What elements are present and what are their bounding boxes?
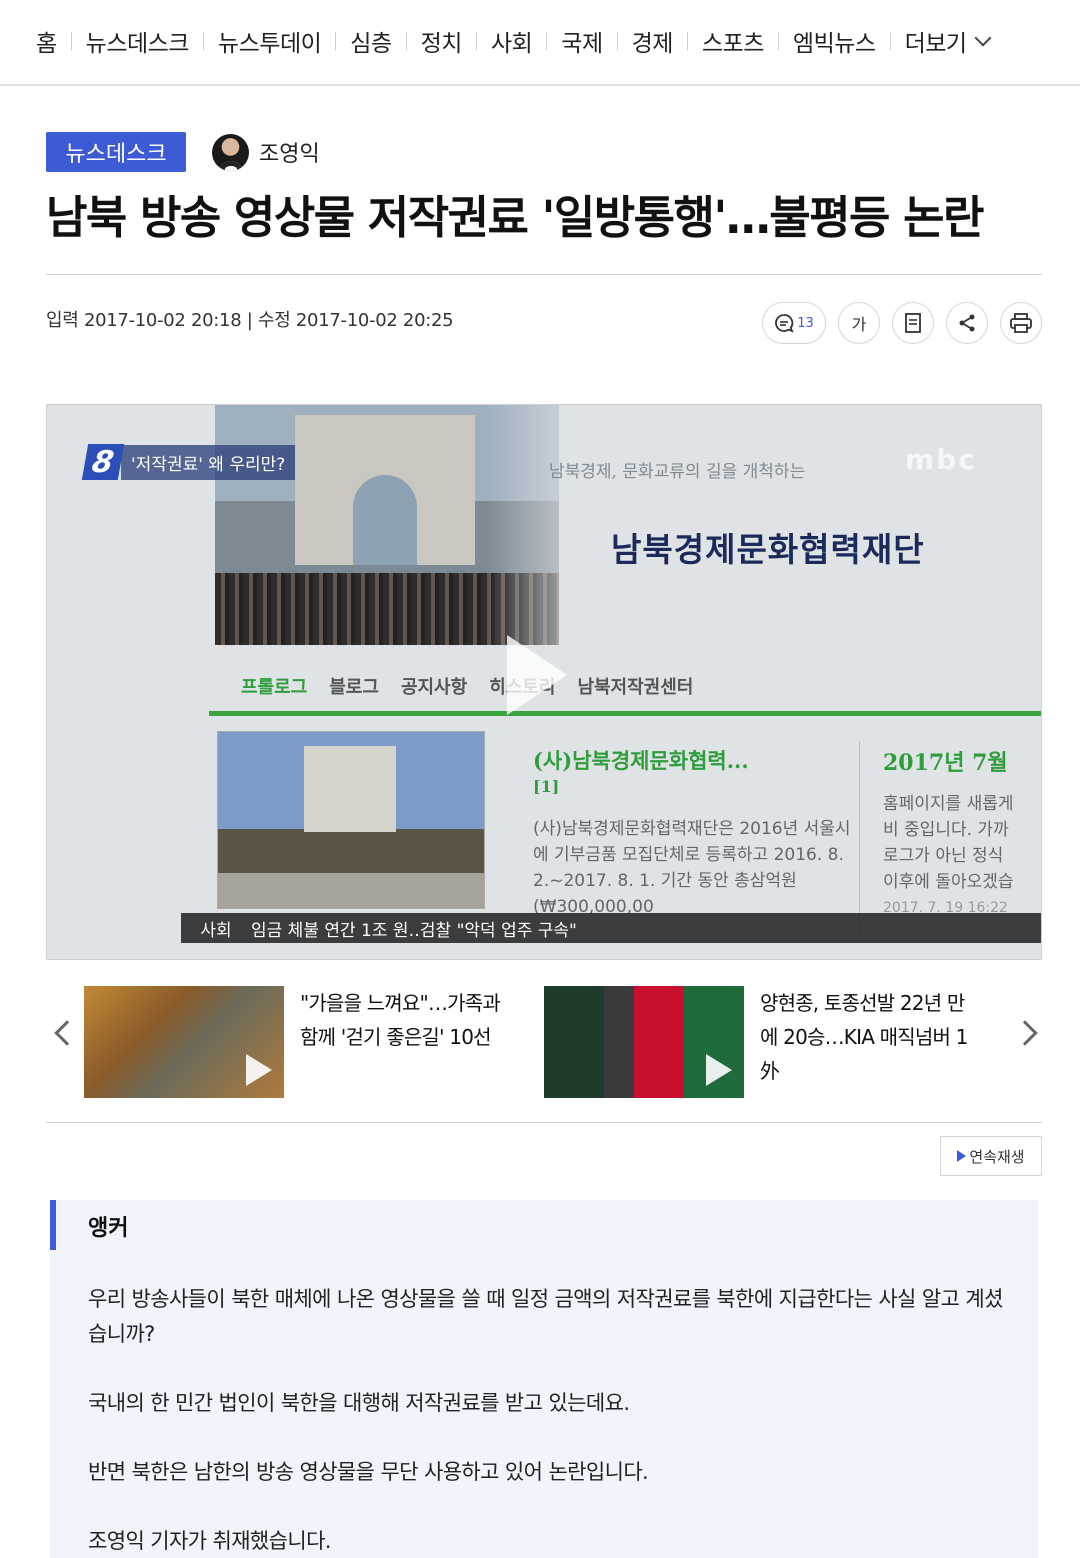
reporter-name: 조영익 <box>259 142 320 167</box>
top-navigation: 홈 뉴스데스크 뉴스투데이 심층 정치 사회 국제 경제 스포츠 엠빅뉴스 더보… <box>0 0 1080 86</box>
anchor-label: 앵커 <box>88 1216 129 1241</box>
font-size-icon: 가 <box>851 315 867 334</box>
play-icon <box>957 1150 967 1162</box>
nav-item-society[interactable]: 사회 <box>491 24 561 58</box>
comment-icon <box>775 314 794 333</box>
nav-item-economy[interactable]: 경제 <box>632 24 702 58</box>
play-icon <box>246 1054 272 1086</box>
article-toolbar: 13 가 <box>762 302 1042 344</box>
print-button[interactable] <box>1000 302 1042 344</box>
reporter-link[interactable]: 조영익 <box>212 132 320 172</box>
comment-count: 13 <box>797 315 814 331</box>
related-thumbnail[interactable] <box>84 986 284 1098</box>
video-site-post: (사)남북경제문화협력... [1] (사)남북경제문화협력재단은 2016년 … <box>533 748 851 917</box>
body-paragraph: 우리 방송사들이 북한 매체에 나온 영상물을 쓸 때 일정 금액의 저작권료를… <box>88 1287 1003 1346</box>
share-button[interactable] <box>946 302 988 344</box>
nav-item-indepth[interactable]: 심층 <box>350 24 420 58</box>
bookmark-button[interactable] <box>892 302 934 344</box>
broadcaster-watermark: mbc <box>905 443 977 476</box>
font-size-button[interactable]: 가 <box>838 302 880 344</box>
nav-divider <box>616 32 618 50</box>
video-site-slogan: 남북경제, 문화교류의 길을 개척하는 <box>549 462 806 482</box>
nav-divider <box>202 32 204 50</box>
nav-item-home[interactable]: 홈 <box>36 24 86 58</box>
nav-item-more[interactable]: 더보기 <box>905 24 992 58</box>
body-paragraph: 조영익 기자가 취재했습니다. <box>88 1529 331 1553</box>
nav-item-world[interactable]: 국제 <box>561 24 631 58</box>
related-video-item[interactable]: "가을을 느껴요"…가족과 함께 '걷기 좋은길' 10선 <box>84 986 520 1098</box>
nav-divider <box>405 32 407 50</box>
nav-divider <box>546 32 548 50</box>
nav-divider <box>777 32 779 50</box>
related-thumbnail[interactable] <box>544 986 744 1098</box>
nav-item-newstoday[interactable]: 뉴스투데이 <box>218 24 350 58</box>
news-logo-number: 8 <box>81 444 125 480</box>
news-ticker: 사회 임금 체불 연간 1조 원‥검찰 "악덕 업주 구속" <box>181 913 1041 943</box>
nav-item-politics[interactable]: 정치 <box>421 24 491 58</box>
related-title[interactable]: 양현종, 토종선발 22년 만에 20승…KIA 매직넘버 1外 <box>760 986 980 1098</box>
anchor-marker <box>50 1200 56 1250</box>
play-icon <box>706 1054 732 1086</box>
article-body: 앵커 우리 방송사들이 북한 매체에 나온 영상물을 쓸 때 일정 금액의 저작… <box>50 1200 1038 1558</box>
avatar <box>212 133 249 171</box>
share-icon <box>959 314 975 332</box>
related-video-item[interactable]: 양현종, 토종선발 22년 만에 20승…KIA 매직넘버 1外 <box>544 986 980 1098</box>
autoplay-button[interactable]: 연속재생 <box>940 1136 1042 1176</box>
body-paragraph: 국내의 한 민간 법인이 북한을 대행해 저작권료를 받고 있는데요. <box>88 1391 630 1415</box>
nav-divider <box>70 32 72 50</box>
play-icon[interactable] <box>507 635 567 715</box>
chevron-right-icon[interactable] <box>1012 1020 1038 1046</box>
related-videos: "가을을 느껴요"…가족과 함께 '걷기 좋은길' 10선 양현종, 토종선발 … <box>46 980 1042 1102</box>
nav-divider <box>475 32 477 50</box>
print-icon <box>1010 313 1032 333</box>
chevron-left-icon[interactable] <box>54 1020 80 1046</box>
related-title[interactable]: "가을을 느껴요"…가족과 함께 '걷기 좋은길' 10선 <box>300 986 520 1098</box>
video-site-photo <box>217 731 485 909</box>
divider <box>46 1122 1042 1123</box>
nav-item-mbig[interactable]: 엠빅뉴스 <box>793 24 905 58</box>
divider <box>46 274 1042 275</box>
nav-divider <box>686 32 688 50</box>
nav-divider <box>335 32 337 50</box>
bookmark-icon <box>905 313 921 333</box>
video-site-menu: 프롤로그 블로그 공지사항 히스토리 남북저작권센터 <box>241 677 694 698</box>
nav-item-newsdesk[interactable]: 뉴스데스크 <box>86 24 218 58</box>
article-dates: 입력 2017-10-02 20:18 | 수정 2017-10-02 20:2… <box>46 310 454 331</box>
nav-divider <box>889 32 891 50</box>
nav-item-sports[interactable]: 스포츠 <box>702 24 793 58</box>
body-paragraph: 반면 북한은 남한의 방송 영상물을 무단 사용하고 있어 논란입니다. <box>88 1460 649 1484</box>
news-logo: 8 '저작권료' 왜 우리만? <box>81 444 296 480</box>
headline: 남북 방송 영상물 저작권료 '일방통행'…불평등 논란 <box>46 191 984 244</box>
video-caption: '저작권료' 왜 우리만? <box>121 444 296 480</box>
video-player[interactable]: 8 '저작권료' 왜 우리만? 남북경제, 문화교류의 길을 개척하는 mbc … <box>46 404 1042 960</box>
program-badge[interactable]: 뉴스데스크 <box>46 132 186 172</box>
video-site-name: 남북경제문화협력재단 <box>611 530 925 569</box>
comment-button[interactable]: 13 <box>762 302 826 344</box>
video-site-notice: 2017년 7월 홈페이지를 새롭게 비 중입니다. 가까 로그가 아닌 정식 … <box>883 750 1014 916</box>
chevron-down-icon <box>974 29 992 47</box>
